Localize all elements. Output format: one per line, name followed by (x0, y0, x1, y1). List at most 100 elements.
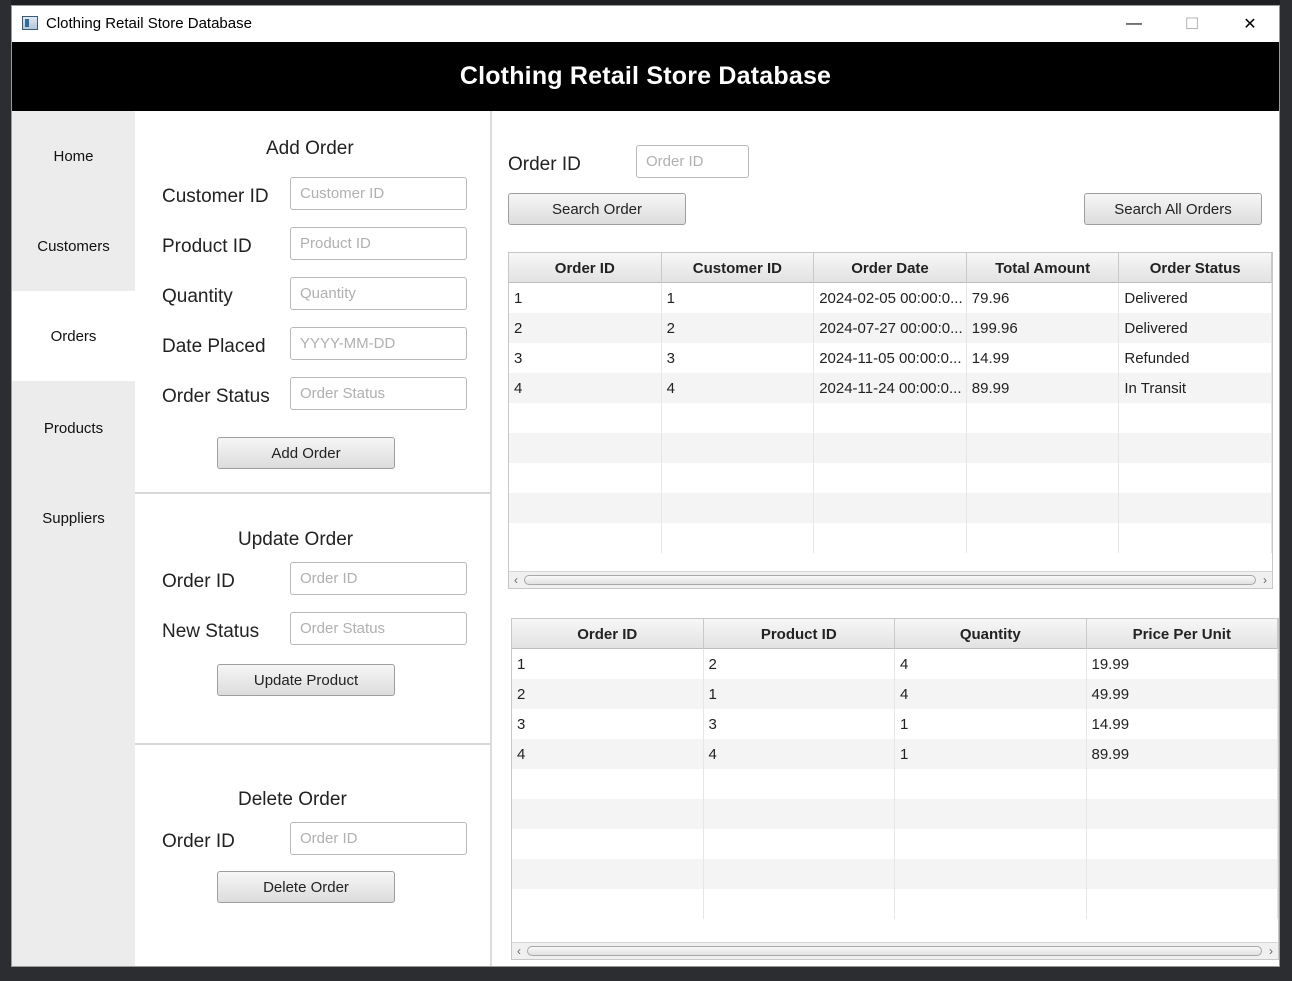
cell-order-id: 2 (509, 313, 662, 343)
column-header-quantity[interactable]: Quantity (895, 619, 1087, 649)
table-row[interactable]: 2 1 4 49.99 (512, 679, 1278, 709)
column-header-product-id[interactable]: Product ID (704, 619, 895, 649)
cell-product-id: 1 (704, 679, 895, 709)
cell-order-id: 4 (512, 739, 704, 769)
header-banner: Clothing Retail Store Database (12, 42, 1279, 111)
cell-order-status: Refunded (1119, 343, 1272, 373)
scroll-right-icon[interactable]: › (1264, 943, 1278, 959)
table-row[interactable]: 4 4 1 89.99 (512, 739, 1278, 769)
empty-row (512, 769, 1278, 799)
table-row[interactable]: 1 2 4 19.99 (512, 649, 1278, 679)
desktop-background-left (0, 0, 11, 981)
order-items-table[interactable]: Order ID Product ID Quantity Price Per U… (511, 618, 1279, 960)
update-order-id-label: Order ID (162, 571, 235, 592)
cell-order-status: In Transit (1119, 373, 1272, 403)
cell-quantity: 4 (895, 679, 1087, 709)
orders-results-panel: Order ID Search Order Search All Orders … (494, 111, 1279, 966)
date-placed-label: Date Placed (162, 336, 266, 357)
search-order-id-input[interactable] (636, 145, 749, 178)
cell-quantity: 1 (895, 709, 1087, 739)
cell-quantity: 1 (895, 739, 1087, 769)
scrollbar-thumb[interactable] (524, 575, 1256, 585)
cell-order-date: 2024-11-05 00:00:0... (814, 343, 967, 373)
column-header-order-id[interactable]: Order ID (509, 253, 662, 283)
column-header-price-per-unit[interactable]: Price Per Unit (1087, 619, 1278, 649)
cell-total-amount: 14.99 (967, 343, 1120, 373)
cell-order-date: 2024-07-27 00:00:0... (814, 313, 967, 343)
orders-table-horizontal-scrollbar[interactable]: ‹ › (509, 571, 1272, 588)
empty-row (512, 799, 1278, 829)
cell-customer-id: 2 (662, 313, 815, 343)
orders-table[interactable]: Order ID Customer ID Order Date Total Am… (508, 252, 1273, 589)
cell-price-per-unit: 89.99 (1087, 739, 1278, 769)
scroll-left-icon[interactable]: ‹ (512, 943, 526, 959)
add-order-button[interactable]: Add Order (217, 437, 395, 469)
cell-product-id: 3 (704, 709, 895, 739)
delete-order-button[interactable]: Delete Order (217, 871, 395, 903)
search-all-orders-button[interactable]: Search All Orders (1084, 193, 1262, 225)
add-customer-id-input[interactable] (290, 177, 467, 210)
cell-order-id: 2 (512, 679, 704, 709)
cell-order-status: Delivered (1119, 283, 1272, 313)
minimize-button[interactable]: — (1105, 6, 1163, 42)
empty-row (509, 493, 1272, 523)
delete-order-id-input[interactable] (290, 822, 467, 855)
cell-total-amount: 89.99 (967, 373, 1120, 403)
section-divider (135, 492, 492, 494)
column-header-order-status[interactable]: Order Status (1119, 253, 1272, 283)
new-status-input[interactable] (290, 612, 467, 645)
column-header-order-id[interactable]: Order ID (512, 619, 704, 649)
cell-order-status: Delivered (1119, 313, 1272, 343)
close-button[interactable]: ✕ (1221, 6, 1279, 42)
sidebar-item-orders[interactable]: Orders (12, 291, 135, 381)
desktop-taskbar (0, 967, 1292, 981)
cell-total-amount: 199.96 (967, 313, 1120, 343)
sidebar: Home Customers Orders Products Suppliers (12, 111, 135, 966)
window-title: Clothing Retail Store Database (46, 15, 252, 32)
sidebar-item-customers[interactable]: Customers (12, 201, 135, 291)
sidebar-item-products[interactable]: Products (12, 383, 135, 473)
add-order-status-input[interactable] (290, 377, 467, 410)
delete-order-id-label: Order ID (162, 831, 235, 852)
add-date-placed-input[interactable] (290, 327, 467, 360)
cell-order-id: 1 (512, 649, 704, 679)
cell-order-date: 2024-02-05 00:00:0... (814, 283, 967, 313)
order-status-label: Order Status (162, 386, 270, 407)
update-order-id-input[interactable] (290, 562, 467, 595)
search-order-button[interactable]: Search Order (508, 193, 686, 225)
cell-order-id: 3 (512, 709, 704, 739)
empty-row (512, 829, 1278, 859)
section-divider (135, 743, 492, 745)
table-row[interactable]: 2 2 2024-07-27 00:00:0... 199.96 Deliver… (509, 313, 1272, 343)
table-row[interactable]: 4 4 2024-11-24 00:00:0... 89.99 In Trans… (509, 373, 1272, 403)
title-bar: Clothing Retail Store Database — ☐ ✕ (12, 6, 1279, 42)
sidebar-item-home[interactable]: Home (12, 111, 135, 201)
cell-price-per-unit: 14.99 (1087, 709, 1278, 739)
new-status-label: New Status (162, 621, 260, 642)
update-order-button[interactable]: Update Product (217, 664, 395, 696)
sidebar-item-suppliers[interactable]: Suppliers (12, 473, 135, 563)
maximize-button[interactable]: ☐ (1163, 6, 1221, 42)
scrollbar-thumb[interactable] (527, 946, 1262, 956)
scroll-left-icon[interactable]: ‹ (509, 572, 523, 588)
cell-order-id: 1 (509, 283, 662, 313)
add-quantity-input[interactable] (290, 277, 467, 310)
product-id-label: Product ID (162, 236, 252, 257)
table-row[interactable]: 3 3 1 14.99 (512, 709, 1278, 739)
column-header-total-amount[interactable]: Total Amount (967, 253, 1120, 283)
table-row[interactable]: 1 1 2024-02-05 00:00:0... 79.96 Delivere… (509, 283, 1272, 313)
cell-customer-id: 4 (662, 373, 815, 403)
column-header-customer-id[interactable]: Customer ID (662, 253, 815, 283)
desktop-background-right (1280, 0, 1292, 981)
add-order-title: Add Order (266, 138, 354, 159)
cell-quantity: 4 (895, 649, 1087, 679)
empty-row (512, 859, 1278, 889)
cell-order-date: 2024-11-24 00:00:0... (814, 373, 967, 403)
column-header-order-date[interactable]: Order Date (814, 253, 967, 283)
order-items-table-horizontal-scrollbar[interactable]: ‹ › (512, 942, 1278, 959)
scroll-right-icon[interactable]: › (1258, 572, 1272, 588)
add-product-id-input[interactable] (290, 227, 467, 260)
order-items-table-header: Order ID Product ID Quantity Price Per U… (512, 619, 1278, 649)
table-row[interactable]: 3 3 2024-11-05 00:00:0... 14.99 Refunded (509, 343, 1272, 373)
customer-id-label: Customer ID (162, 186, 269, 207)
